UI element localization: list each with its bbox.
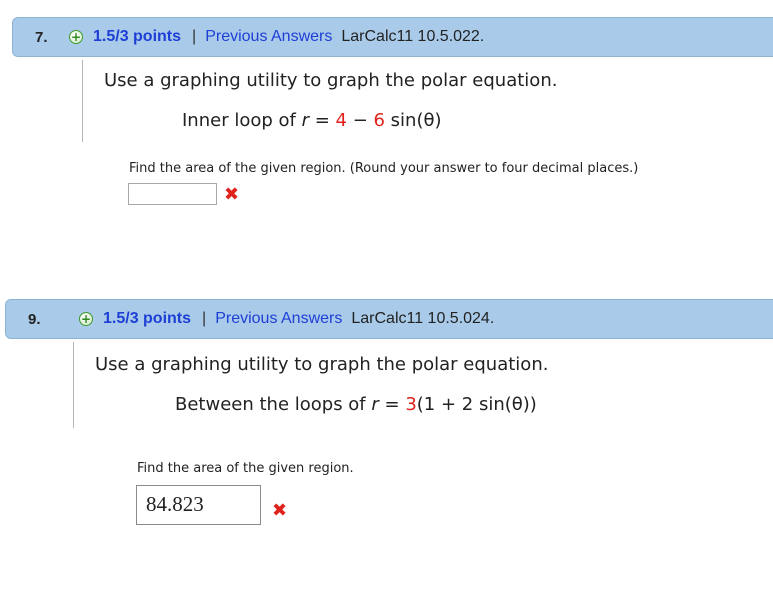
previous-answers-link[interactable]: Previous Answers: [205, 28, 332, 46]
question-9-prompt: Use a graphing utility to graph the pola…: [95, 354, 549, 375]
equation-variable: r: [301, 110, 309, 131]
separator: |: [202, 310, 207, 327]
points-label: 1.5/3 points: [103, 310, 192, 327]
incorrect-x-icon: ✖: [272, 500, 288, 521]
equation-coefficient-b: 6: [373, 110, 385, 131]
incorrect-x-icon: ✖: [224, 184, 240, 205]
equation-equals: =: [378, 394, 406, 415]
points-label: 1.5/3 points: [93, 28, 182, 45]
separator: |: [192, 28, 197, 45]
source-label: LarCalc11 10.5.022.: [341, 28, 485, 45]
question-7-divider: [82, 60, 83, 142]
question-9-divider: [73, 342, 74, 428]
question-9-equation: Between the loops of r = 3(1 + 2 sin(θ)): [175, 394, 537, 415]
question-7-equation: Inner loop of r = 4 − 6 sin(θ): [182, 110, 442, 131]
equation-coefficient-a: 4: [335, 110, 347, 131]
question-7-prompt: Use a graphing utility to graph the pola…: [104, 70, 558, 91]
previous-answers-link[interactable]: Previous Answers: [215, 310, 342, 328]
answer-input[interactable]: 84.823: [136, 485, 261, 525]
question-number: 7.: [35, 28, 48, 46]
equation-rest: (1 + 2 sin(θ)): [416, 394, 537, 415]
source-label: LarCalc11 10.5.024.: [351, 310, 495, 327]
equation-equals: =: [308, 110, 336, 131]
question-7-header: 7. + 1.5/3 points | Previous Answers Lar…: [12, 17, 773, 57]
question-9-instruction: Find the area of the given region.: [137, 461, 354, 476]
equation-prefix: Inner loop of: [182, 110, 302, 131]
question-9-header: 9. + 1.5/3 points | Previous Answers Lar…: [5, 299, 773, 339]
equation-prefix: Between the loops of: [175, 394, 372, 415]
equation-coefficient-a: 3: [405, 394, 417, 415]
question-number: 9.: [28, 310, 41, 328]
plus-icon[interactable]: +: [79, 312, 93, 326]
equation-rest: sin(θ): [384, 110, 442, 131]
answer-input[interactable]: [128, 183, 217, 205]
equation-variable: r: [371, 394, 379, 415]
equation-minus: −: [346, 110, 374, 131]
question-7-instruction: Find the area of the given region. (Roun…: [129, 161, 639, 176]
plus-icon[interactable]: +: [69, 30, 83, 44]
